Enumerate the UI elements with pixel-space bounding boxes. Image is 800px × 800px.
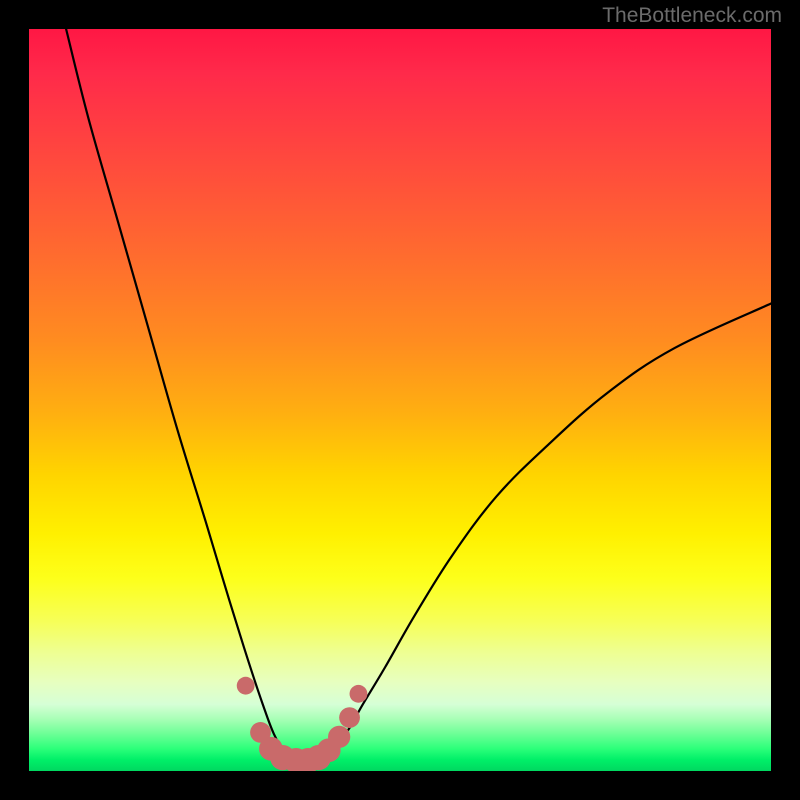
- marker-group: [237, 677, 368, 771]
- marker-dot: [339, 707, 360, 728]
- bottleneck-curve: [66, 29, 771, 761]
- marker-dot: [328, 726, 350, 748]
- watermark-label: TheBottleneck.com: [602, 4, 782, 28]
- plot-area: [29, 29, 771, 771]
- marker-dot: [350, 685, 368, 703]
- chart-svg: [29, 29, 771, 771]
- marker-dot: [237, 677, 255, 695]
